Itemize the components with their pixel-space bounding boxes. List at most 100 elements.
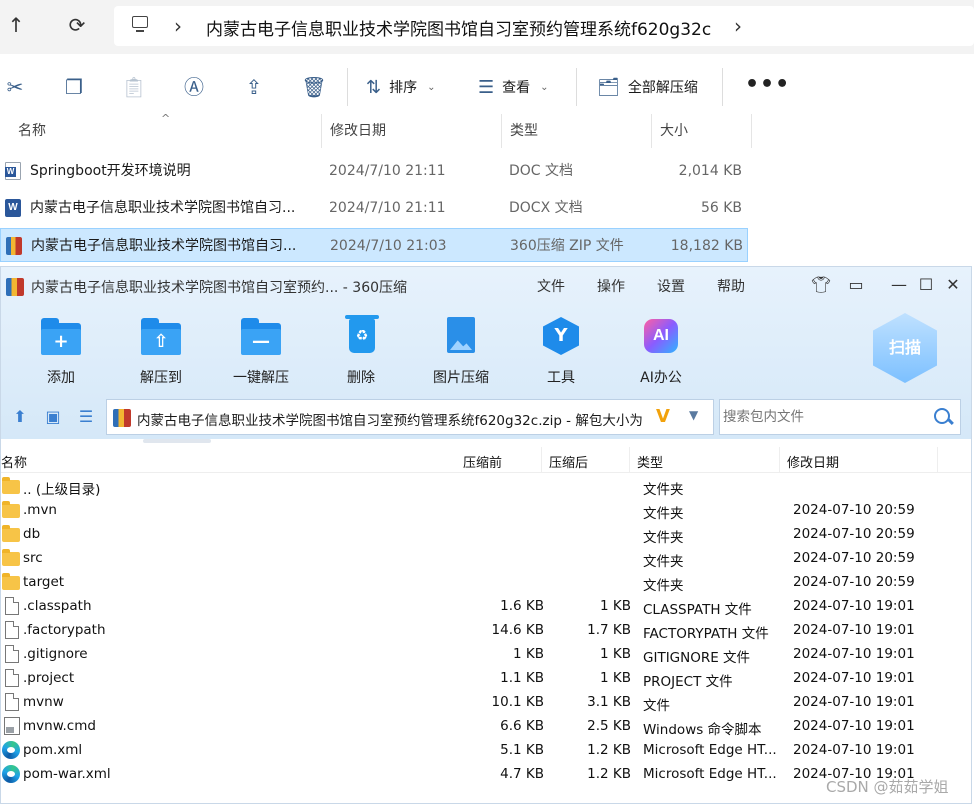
archive-file-row[interactable]: db 文件夹 2024-07-10 20:59: [1, 523, 971, 547]
file-icon: [5, 597, 19, 615]
thumbnail-view-icon[interactable]: ▣: [42, 407, 64, 427]
archive-path-field[interactable]: 内蒙古电子信息职业技术学院图书馆自习室预约管理系统f620g32c.zip - …: [106, 399, 714, 435]
file-icon: [5, 621, 19, 639]
archive-file-row[interactable]: .factorypath 14.6 KB 1.7 KB FACTORYPATH 文件 2…: [1, 619, 971, 643]
compressed-size: 1 KB: [600, 598, 631, 614]
column-date[interactable]: 修改日期: [322, 114, 502, 148]
delete-button[interactable]: ♻ 删除: [326, 315, 396, 387]
column-name[interactable]: 名称: [1, 452, 27, 471]
delete-icon[interactable]: 🗑︎: [301, 74, 327, 100]
menu-help[interactable]: 帮助: [717, 276, 745, 296]
vip-badge-icon[interactable]: V: [656, 406, 670, 427]
paste-icon[interactable]: 📋︎: [121, 74, 147, 100]
file-name: .. (上级目录): [23, 482, 101, 498]
modified-date: 2024-07-10 19:01: [793, 742, 915, 758]
tools-button[interactable]: Y 工具: [526, 317, 596, 387]
modified-date: 2024-07-10 19:01: [793, 694, 915, 710]
column-name[interactable]: 名称: [10, 114, 322, 148]
column-date[interactable]: 修改日期: [787, 452, 839, 471]
archive-search-box[interactable]: [719, 399, 961, 435]
chevron-down-icon: ⌄: [540, 81, 549, 93]
original-size: 1.1 KB: [500, 670, 544, 686]
view-button[interactable]: ☰ 查看 ⌄: [478, 74, 549, 100]
archive-file-row[interactable]: mvnw.cmd 6.6 KB 2.5 KB Windows 命令脚本 2024-07-…: [1, 715, 971, 739]
view-label: 查看: [502, 80, 531, 96]
close-icon[interactable]: ✕: [943, 275, 963, 295]
file-row-selected[interactable]: 内蒙古电子信息职业技术学院图书馆自习... 2024/7/10 21:03 36…: [0, 228, 748, 262]
sort-button[interactable]: ⇅ 排序 ⌄: [366, 74, 435, 100]
add-button[interactable]: + 添加: [26, 317, 96, 387]
edge-icon: [2, 765, 20, 783]
tool-label: 删除: [347, 370, 375, 386]
breadcrumb-chevron-icon[interactable]: ›: [174, 14, 182, 38]
extract-all-button[interactable]: 🗂︎ 全部解压缩: [597, 74, 698, 100]
modified-date: 2024-07-10 20:59: [793, 574, 915, 590]
ai-office-button[interactable]: AI AI办公: [626, 317, 696, 387]
minimize-icon[interactable]: —: [889, 275, 909, 295]
archive-file-row[interactable]: src 文件夹 2024-07-10 20:59: [1, 547, 971, 571]
up-arrow-icon[interactable]: ↑: [3, 12, 29, 38]
column-type[interactable]: 类型: [502, 114, 652, 148]
tool-label: AI办公: [640, 370, 682, 386]
folder-icon: [2, 501, 20, 518]
file-name: .gitignore: [23, 646, 88, 662]
archive-file-row[interactable]: mvnw 10.1 KB 3.1 KB 文件 2024-07-10 19:01: [1, 691, 971, 715]
address-path[interactable]: 内蒙古电子信息职业技术学院图书馆自习室预约管理系统f620g32c: [206, 15, 711, 40]
search-icon[interactable]: [932, 406, 954, 428]
archive-file-row[interactable]: pom.xml 5.1 KB 1.2 KB Microsoft Edge HT... 2…: [1, 739, 971, 763]
compressed-size: 1 KB: [600, 670, 631, 686]
scan-button[interactable]: 扫描: [873, 313, 937, 383]
scrollbar-hint[interactable]: [143, 439, 211, 443]
archive-file-row[interactable]: .mvn 文件夹 2024-07-10 20:59: [1, 499, 971, 523]
view-icon: ☰: [478, 76, 495, 98]
folder-icon: [2, 525, 20, 542]
archive-file-row[interactable]: .project 1.1 KB 1 KB PROJECT 文件 2024-07-10 1…: [1, 667, 971, 691]
file-name: .classpath: [23, 598, 92, 614]
image-compress-button[interactable]: 图片压缩: [426, 317, 496, 387]
breadcrumb-chevron-icon[interactable]: ›: [734, 14, 742, 38]
column-original-size[interactable]: 压缩前: [463, 452, 502, 471]
file-row[interactable]: W Springboot开发环境说明 2024/7/10 21:11 DOC 文…: [0, 154, 748, 188]
column-type[interactable]: 类型: [637, 452, 663, 471]
tool-label: 工具: [547, 370, 575, 386]
skin-shirt-icon[interactable]: 👕︎: [811, 275, 831, 295]
file-type: FACTORYPATH 文件: [643, 626, 769, 642]
extract-folder-icon: 🗂︎: [597, 76, 620, 98]
cut-icon[interactable]: ✂: [2, 74, 28, 100]
file-type: CLASSPATH 文件: [643, 602, 752, 618]
extract-to-button[interactable]: ⇧ 解压到: [126, 317, 196, 387]
menu-file[interactable]: 文件: [537, 276, 565, 296]
rename-icon[interactable]: Ⓐ: [181, 74, 207, 100]
title-bar[interactable]: 内蒙古电子信息职业技术学院图书馆自习室预约... - 360压缩 文件 操作 设…: [1, 267, 971, 305]
copy-icon[interactable]: ❐: [61, 74, 87, 100]
tool-label: 解压到: [140, 370, 182, 386]
column-compressed-size[interactable]: 压缩后: [549, 452, 588, 471]
original-size: 10.1 KB: [491, 694, 544, 710]
command-bar: ✂ ❐ 📋︎ Ⓐ ⇪ 🗑︎ ⇅ 排序 ⌄ ☰ 查看 ⌄ 🗂︎ 全部解压缩 •••: [0, 62, 974, 112]
menu-operate[interactable]: 操作: [597, 276, 625, 296]
refresh-icon[interactable]: ⟳: [64, 12, 90, 38]
archive-logo-icon: [6, 278, 24, 296]
modified-date: 2024-07-10 19:01: [793, 718, 915, 734]
archive-file-row[interactable]: .classpath 1.6 KB 1 KB CLASSPATH 文件 2024-07-…: [1, 595, 971, 619]
menu-settings[interactable]: 设置: [657, 276, 685, 296]
up-level-icon[interactable]: ⬆: [9, 407, 31, 427]
file-name: pom.xml: [23, 742, 83, 758]
dropdown-arrow-icon[interactable]: ▼: [689, 408, 698, 422]
search-input[interactable]: [721, 401, 927, 433]
sort-icon: ⇅: [366, 76, 382, 98]
modified-date: 2024-07-10 19:01: [793, 670, 915, 686]
column-size[interactable]: 大小: [652, 114, 752, 148]
more-options-icon[interactable]: •••: [745, 72, 790, 97]
archive-file-row[interactable]: target 文件夹 2024-07-10 20:59: [1, 571, 971, 595]
feedback-icon[interactable]: ▭: [846, 275, 866, 295]
modified-date: 2024-07-10 20:59: [793, 502, 915, 518]
list-view-icon[interactable]: ☰: [75, 407, 97, 427]
archive-file-row[interactable]: .. (上级目录) 文件夹: [1, 475, 971, 499]
one-click-extract-button[interactable]: — 一键解压: [226, 317, 296, 387]
maximize-icon[interactable]: ☐: [916, 275, 936, 295]
share-icon[interactable]: ⇪: [241, 74, 267, 100]
file-row[interactable]: W 内蒙古电子信息职业技术学院图书馆自习... 2024/7/10 21:11 …: [0, 191, 748, 225]
archive-file-row[interactable]: .gitignore 1 KB 1 KB GITIGNORE 文件 2024-07-10…: [1, 643, 971, 667]
address-bar[interactable]: › 内蒙古电子信息职业技术学院图书馆自习室预约管理系统f620g32c ›: [114, 6, 974, 46]
